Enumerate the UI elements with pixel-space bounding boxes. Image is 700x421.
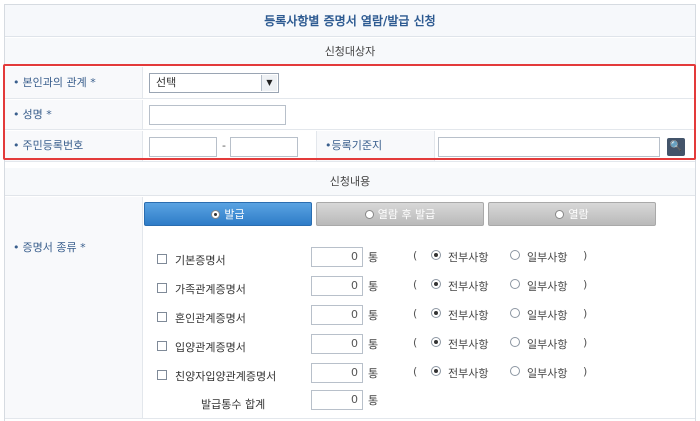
tab-view-label: 열람 xyxy=(568,208,589,221)
row-tabs: 발급 열람 후 발급 열람 xyxy=(5,197,695,229)
name-input[interactable] xyxy=(149,105,286,125)
registration-base-input[interactable] xyxy=(438,137,660,157)
radio-partial-text-family: 일부사항 xyxy=(527,280,568,293)
radio-icon xyxy=(211,210,221,219)
radio-all-text-marriage: 전부사항 xyxy=(448,309,489,322)
cert-label-basic: 기본증명서 xyxy=(175,254,226,267)
total-label: 발급통수 합계 xyxy=(201,398,266,411)
radio-all-text-family: 전부사항 xyxy=(448,280,489,293)
checkbox-marriage[interactable] xyxy=(157,312,167,322)
bullet-icon: • xyxy=(13,241,20,254)
label-cert-type-text: 증명서 종류 * xyxy=(22,241,86,254)
paren-close-basic: ) xyxy=(583,249,588,262)
radio-all-family[interactable] xyxy=(431,279,441,289)
search-icon: 🔍 xyxy=(669,141,683,152)
unit-basic: 통 xyxy=(368,251,379,264)
radio-all-adoption[interactable] xyxy=(431,337,441,347)
cert-label-full-adoption: 친양자입양관계증명서 xyxy=(175,370,277,383)
label-tabs-blank xyxy=(5,197,143,229)
radio-all-basic[interactable] xyxy=(431,250,441,260)
section-head-target: 신청대상자 xyxy=(5,38,695,66)
radio-all-text-basic: 전부사항 xyxy=(448,251,489,264)
radio-partial-family[interactable] xyxy=(510,279,520,289)
tab-issue-label: 발급 xyxy=(224,208,245,221)
tab-view[interactable]: 열람 xyxy=(488,202,656,226)
count-input-marriage[interactable]: 0 xyxy=(311,305,363,325)
radio-all-text-adoption: 전부사항 xyxy=(448,338,489,351)
unit-total: 통 xyxy=(368,394,379,407)
paren-open-marriage: ( xyxy=(413,307,418,320)
paren-close-adoption: ) xyxy=(583,336,588,349)
radio-icon xyxy=(555,210,565,219)
radio-partial-marriage[interactable] xyxy=(510,308,520,318)
label-rrn: • 주민등록번호 xyxy=(5,131,143,161)
count-input-adoption[interactable]: 0 xyxy=(311,334,363,354)
chevron-down-icon[interactable]: ▼ xyxy=(261,75,277,91)
unit-adoption: 통 xyxy=(368,338,379,351)
radio-all-full-adoption[interactable] xyxy=(431,366,441,376)
row-relationship: • 본인과의 관계 * 선택 ▼ xyxy=(5,67,695,99)
page-title: 등록사항별 증명서 열람/발급 신청 xyxy=(5,5,695,37)
relationship-select-value: 선택 xyxy=(156,76,177,89)
radio-partial-adoption[interactable] xyxy=(510,337,520,347)
radio-all-text-full-adoption: 전부사항 xyxy=(448,367,489,380)
count-input-basic[interactable]: 0 xyxy=(311,247,363,267)
label-cert-type: • 증명서 종류 * xyxy=(5,229,143,418)
label-name-text: 성명 * xyxy=(22,108,52,121)
form-frame: 등록사항별 증명서 열람/발급 신청 신청대상자 • 본인과의 관계 * 선택 ▼… xyxy=(4,4,696,421)
bullet-icon: • xyxy=(13,139,20,152)
radio-icon xyxy=(364,210,374,219)
radio-all-marriage[interactable] xyxy=(431,308,441,318)
paren-open-adoption: ( xyxy=(413,336,418,349)
checkbox-adoption[interactable] xyxy=(157,341,167,351)
tab-view-then-issue-label: 열람 후 발급 xyxy=(377,208,436,221)
checkbox-basic[interactable] xyxy=(157,254,167,264)
checkbox-full-adoption[interactable] xyxy=(157,370,167,380)
paren-close-marriage: ) xyxy=(583,307,588,320)
label-relationship-text: 본인과의 관계 * xyxy=(22,76,96,89)
label-registration-base: •등록기준지 xyxy=(316,131,435,161)
radio-partial-text-basic: 일부사항 xyxy=(527,251,568,264)
cert-label-family: 가족관계증명서 xyxy=(175,283,246,296)
radio-partial-basic[interactable] xyxy=(510,250,520,260)
label-relationship: • 본인과의 관계 * xyxy=(5,67,143,98)
cert-label-marriage: 혼인관계증명서 xyxy=(175,312,246,325)
radio-partial-text-marriage: 일부사항 xyxy=(527,309,568,322)
label-registration-base-text: 등록기준지 xyxy=(331,139,383,152)
paren-open-basic: ( xyxy=(413,249,418,262)
bullet-icon: • xyxy=(13,108,20,121)
count-input-full-adoption[interactable]: 0 xyxy=(311,363,363,383)
total-count-input: 0 xyxy=(311,390,363,410)
bullet-icon: • xyxy=(13,76,20,89)
unit-marriage: 통 xyxy=(368,309,379,322)
paren-open-full-adoption: ( xyxy=(413,365,418,378)
radio-partial-text-full-adoption: 일부사항 xyxy=(527,367,568,380)
paren-open-family: ( xyxy=(413,278,418,291)
count-input-family[interactable]: 0 xyxy=(311,276,363,296)
rrn-separator: - xyxy=(222,139,226,152)
row-cert-types: • 증명서 종류 * 기본증명서 0 통 ( 전부사항 일부사항 ) 가족관계증명… xyxy=(5,229,695,419)
paren-close-family: ) xyxy=(583,278,588,291)
radio-partial-full-adoption[interactable] xyxy=(510,366,520,376)
row-name: • 성명 * xyxy=(5,100,695,130)
search-button[interactable]: 🔍 xyxy=(667,138,685,156)
checkbox-family[interactable] xyxy=(157,283,167,293)
relationship-select[interactable]: 선택 ▼ xyxy=(149,73,279,93)
section-head-content: 신청내용 xyxy=(5,168,695,196)
unit-family: 통 xyxy=(368,280,379,293)
unit-full-adoption: 통 xyxy=(368,367,379,380)
label-rrn-text: 주민등록번호 xyxy=(22,139,84,152)
row-rrn: • 주민등록번호 - •등록기준지 🔍 xyxy=(5,131,695,162)
rrn-back-input[interactable] xyxy=(230,137,298,157)
tab-view-then-issue[interactable]: 열람 후 발급 xyxy=(316,202,484,226)
cert-label-adoption: 입양관계증명서 xyxy=(175,341,246,354)
tab-issue[interactable]: 발급 xyxy=(144,202,312,226)
paren-close-full-adoption: ) xyxy=(583,365,588,378)
rrn-front-input[interactable] xyxy=(149,137,217,157)
radio-partial-text-adoption: 일부사항 xyxy=(527,338,568,351)
label-name: • 성명 * xyxy=(5,100,143,129)
